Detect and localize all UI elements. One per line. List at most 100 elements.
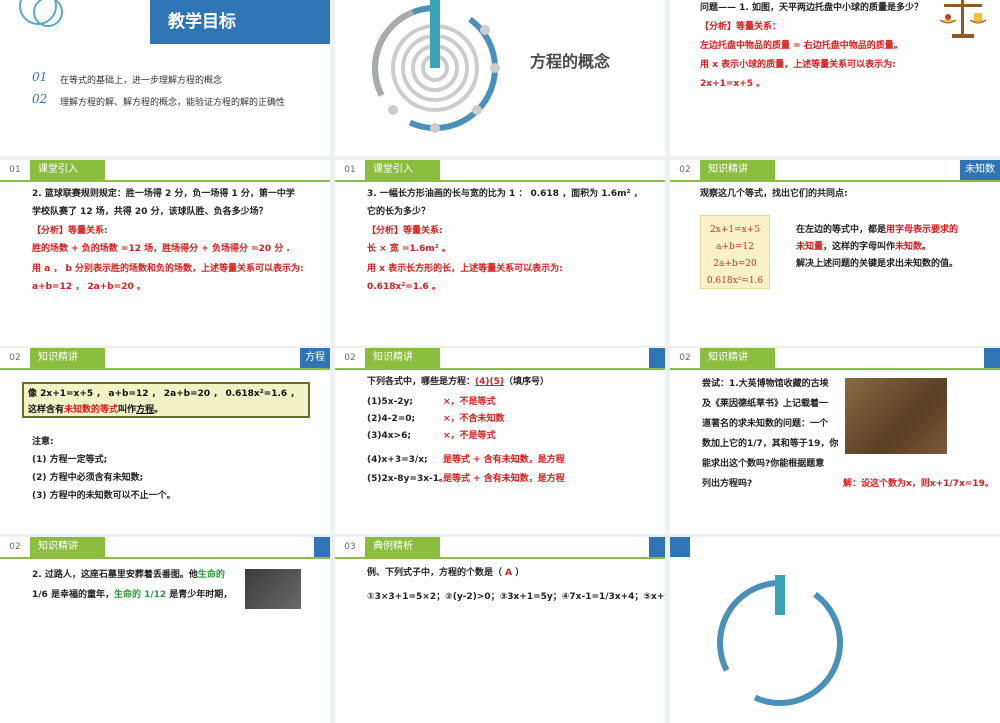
slide-rhind-papyrus[interactable]: 02 知识精讲 尝试：1.大英博物馆收藏的古埃 及《莱因德纸草书》上记载着一 道…: [670, 348, 1000, 534]
slide-basketball-problem[interactable]: 01 课堂引入 2. 篮球联赛规则规定：胜一场得 2 分，负一场得 1 分，第一…: [0, 160, 330, 346]
judgement-4: 是等式 + 含有未知数，是方程: [443, 455, 565, 465]
topic-tag: 未知数: [960, 160, 1000, 180]
slide-title: 教学目标: [150, 0, 330, 44]
slide-unknown[interactable]: 02 知识精讲 未知数 观察这几个等式，找出它们的共同点: 2x+1=x+5 a…: [670, 160, 1000, 346]
corner-marker: [649, 348, 665, 368]
header-divider: [0, 557, 330, 559]
slide-header: 03 典例精析: [335, 537, 665, 557]
problem-line-4: 数加上它的1/7，其和等于19，你: [702, 439, 839, 449]
header-divider: [0, 368, 330, 370]
target-graphic: [372, 0, 500, 133]
judgement-1: ×，不是等式: [443, 397, 496, 407]
goal-text-2: 理解方程的解、解方程的概念，能验证方程的解的正确性: [60, 98, 286, 108]
relation-line: 左边托盘中物品的质量 = 右边托盘中物品的质量。: [700, 41, 903, 51]
note-item-1: (1) 方程一定等式;: [32, 455, 108, 465]
slide-header: 01 课堂引入: [335, 160, 665, 180]
section-number: 02: [670, 160, 700, 180]
section-number: 02: [670, 348, 700, 368]
judgement-2: ×，不含未知数: [443, 414, 505, 424]
problem-line-1: 2. 篮球联赛规则规定：胜一场得 2 分，负一场得 1 分，第一中学: [32, 189, 295, 199]
corner-marker: [314, 537, 330, 557]
header-divider: [670, 368, 1000, 370]
slide-next-section[interactable]: [670, 537, 1000, 723]
topic-tag: 方程: [300, 348, 330, 368]
section-number: 01: [335, 160, 365, 180]
slide-title: 方程的概念: [530, 52, 611, 71]
slide-header: 01 课堂引入: [0, 160, 330, 180]
equation-item: 2x+1=x+5: [710, 225, 760, 235]
section-number: 01: [0, 160, 30, 180]
judgement-5: 是等式 + 含有未知数，是方程: [443, 474, 565, 484]
explanation-text: 在左边的等式中，都是用字母表示要求的 未知量，这样的字母叫作未知数。 解决上述问题的…: [796, 225, 959, 269]
variable-line: 用 a ， b 分别表示胜的场数和负的场数，上述等量关系可以表示为:: [32, 264, 304, 274]
problem-line-3: 道著名的求未知数的问题：一个: [702, 419, 829, 429]
expression-1: (1)5x-2y;: [367, 397, 414, 407]
section-label: 知识精讲: [30, 537, 105, 557]
problem-line-1: 3. 一幅长方形油画的长与宽的比为 1 ： 0.618 ，面积为 1.6m² ，: [367, 189, 643, 199]
equation-item: 2a+b=20: [713, 259, 757, 269]
slide-painting-problem[interactable]: 01 课堂引入 3. 一幅长方形油画的长与宽的比为 1 ： 0.618 ，面积为…: [335, 160, 665, 346]
intro-text: 观察这几个等式，找出它们的共同点:: [700, 189, 848, 199]
variable-line: 用 x 表示长方形的长，上述等量关系可以表示为:: [367, 264, 563, 274]
header-divider: [335, 180, 665, 182]
expression-2: (2)4-2=0;: [367, 414, 416, 424]
note-item-3: (3) 方程中的未知数可以不止一个。: [32, 491, 176, 501]
equation-list-box: 2x+1=x+5 a+b=12 2a+b=20 0.618x²=1.6: [700, 215, 770, 289]
slide-header: 02 知识精讲: [0, 537, 330, 557]
slide-example[interactable]: 03 典例精析 例、下列式子中，方程的个数是（ A ） ①3×3+1=5×2；②…: [335, 537, 665, 723]
problem-line-6: 列出方程吗?: [702, 479, 753, 489]
section-label: 知识精讲: [700, 160, 775, 180]
equation-item: 0.618x²=1.6: [706, 276, 764, 286]
example-question: 例、下列式子中，方程的个数是（ A ）: [367, 568, 525, 578]
header-divider: [335, 368, 665, 370]
expression-5: (5)2x-8y=3x-1。: [367, 474, 449, 484]
equation-line: 2x+1=x+5 。: [700, 79, 766, 89]
corner-marker: [649, 537, 665, 557]
solution-text: 解：设这个数为x，则x+1/7x=19。: [843, 479, 994, 489]
papyrus-image: [845, 378, 947, 454]
variable-line: 用 x 表示小球的质量，上述等量关系可以表示为:: [700, 60, 896, 70]
section-label: 典例精析: [365, 537, 440, 557]
slide-equation-concept[interactable]: 方程的概念: [335, 0, 665, 156]
note-heading: 注意:: [32, 437, 54, 447]
decorative-circles: [19, 0, 63, 27]
slide-header: 02 知识精讲 方程: [0, 348, 330, 368]
equation-line: 0.618x²=1.6 。: [367, 282, 441, 292]
section-label: 课堂引入: [30, 160, 105, 180]
tombstone-image: [245, 569, 301, 609]
section-number: 02: [0, 348, 30, 368]
expression-4: (4)x+3=3/x;: [367, 455, 428, 465]
slide-header: 02 知识精讲: [670, 348, 1000, 368]
problem-line: 问题—— 1. 如图，天平两边托盘中小球的质量是多少？: [700, 3, 923, 13]
slide-teaching-goals[interactable]: 教学目标 01 在等式的基础上，进一步理解方程的概念 02 理解方程的解、解方程…: [0, 0, 330, 156]
slide-equation-definition[interactable]: 02 知识精讲 方程 像 2x+1=x+5 ， a+b=12 ， 2a+b=20…: [0, 348, 330, 534]
expression-3: (3)4x>6;: [367, 431, 411, 441]
problem-line-5: 能求出这个数吗?你能根据题意: [702, 459, 825, 469]
question-text: 下列各式中，哪些是方程：(4)(5)（填序号）: [367, 377, 550, 387]
problem-line-1: 尝试：1.大英博物馆收藏的古埃: [702, 379, 829, 389]
analysis-heading: 【分析】等量关系：: [700, 22, 782, 32]
relation-line: 胜的场数 + 负的场数 =12 场，胜场得分 + 负场得分 =20 分 .: [32, 244, 290, 254]
judgement-3: ×，不是等式: [443, 431, 496, 441]
section-label: 课堂引入: [365, 160, 440, 180]
section-label: 知识精讲: [30, 348, 105, 368]
header-divider: [0, 180, 330, 182]
goal-number-2: 02: [32, 92, 48, 106]
slide-identify-equations[interactable]: 02 知识精讲 下列各式中，哪些是方程：(4)(5)（填序号） (1)5x-2y…: [335, 348, 665, 534]
problem-line-1: 2. 过路人，这座石墓里安葬着丢番图。他生命的: [32, 570, 225, 580]
note-item-2: (2) 方程中必须含有未知数;: [32, 473, 144, 483]
problem-line-2: 学校队赛了 12 场，共得 20 分，该球队胜、负各多少场？: [32, 207, 268, 217]
target-graphic: [717, 575, 843, 706]
problem-line-2: 它的长为多少？: [367, 207, 431, 217]
slide-balance-problem[interactable]: 问题—— 1. 如图，天平两边托盘中小球的质量是多少？ 【分析】等量关系： 左边…: [670, 0, 1000, 156]
section-number: 03: [335, 537, 365, 557]
goal-text-1: 在等式的基础上，进一步理解方程的概念: [60, 76, 223, 86]
equation-item: a+b=12: [716, 242, 754, 252]
header-divider: [670, 180, 1000, 182]
corner-marker: [670, 537, 690, 557]
slide-diophantus[interactable]: 02 知识精讲 2. 过路人，这座石墓里安葬着丢番图。他生命的 1/6 是幸福的…: [0, 537, 330, 723]
header-divider: [335, 557, 665, 559]
slide-header: [670, 537, 1000, 557]
corner-marker: [984, 348, 1000, 368]
balance-scale-icon: [939, 0, 987, 38]
